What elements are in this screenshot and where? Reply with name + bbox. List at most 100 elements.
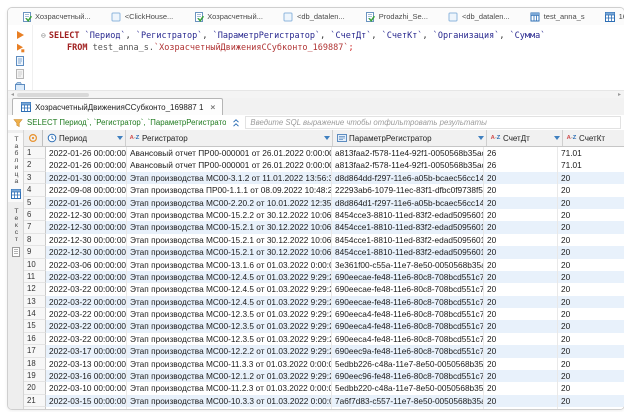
cell-param-registrator[interactable]: 5edbb220-c48a-11e7-8e50-0050568b35ac [332,382,484,394]
row-number[interactable]: 7 [24,221,46,233]
cell-registrator[interactable]: Этап производства МС00-13.1.6 от 01.03.2… [127,259,332,271]
cell-schet-dt[interactable]: 20 [484,234,558,246]
cell-param-registrator[interactable]: 3e361f00-c55a-11e7-8e50-0050568b35ac [332,259,484,271]
grid-corner-cell[interactable] [24,130,43,146]
cell-schet-dt[interactable]: 20 [484,358,558,370]
cell-schet-dt[interactable]: 26 [484,147,558,159]
cell-period[interactable]: 2022-09-08 00:00:00 [46,184,127,196]
cell-period[interactable]: 2022-03-10 00:00:00 [46,382,127,394]
sql-editor[interactable]: ⊖SELECT `Период`, `Регистратор`, `Параме… [8,25,624,90]
cell-registrator[interactable]: Авансовый отчет ПР00-000001 от 26.01.202… [127,147,332,159]
cell-schet-dt[interactable]: 20 [484,209,558,221]
editor-tab[interactable]: 169 [598,8,624,25]
column-header-СчетКт[interactable]: A-ZСчетКт [563,130,624,146]
cell-period[interactable]: 2022-03-06 00:00:00 [46,259,127,271]
cell-schet-dt[interactable]: 20 [484,221,558,233]
filter-input[interactable]: Введите SQL выражение чтобы отфильтроват… [245,116,621,129]
cell-param-registrator[interactable] [332,407,484,409]
cell-schet-dt[interactable]: 20 [484,382,558,394]
cell-param-registrator[interactable]: 690eec9a-fe48-11e6-80c8-708bcd551c7e [332,345,484,357]
execute-script-button[interactable] [13,42,27,53]
cell-param-registrator[interactable]: a813faa2-f578-11e4-92f1-0050568b35ac [332,147,484,159]
editor-tab[interactable]: test_anna_s [523,8,598,25]
result-tab[interactable]: ХозрасчетныйДвиженияССубконто_169887 1 × [12,98,223,115]
filter-caret-down-icon[interactable] [117,136,123,140]
cell-period[interactable]: 2022-03-15 00:00:00 [46,395,127,407]
fold-collapse-icon[interactable]: ⊖ [41,31,46,40]
column-header-СчетДт[interactable]: A-ZСчетДт [487,130,563,146]
row-number[interactable]: 10 [24,259,46,271]
cell-schet-kt[interactable]: 20 [558,172,624,184]
expand-icon[interactable] [230,117,241,128]
filter-caret-down-icon[interactable] [554,136,560,140]
row-number[interactable]: 18 [24,358,46,370]
cell-param-registrator[interactable]: 690eeca4-fe48-11e6-80c8-708bcd551c7e [332,333,484,345]
cell-period[interactable]: 2022-01-30 00:00:00 [46,172,127,184]
cell-param-registrator[interactable]: 690eecae-fe48-11e6-80c8-708bcd551c7e [332,271,484,283]
cell-schet-dt[interactable] [484,407,558,409]
row-number[interactable]: 4 [24,184,46,196]
cell-registrator[interactable]: Этап производства МС00-15.2.2 от 30.12.2… [127,209,332,221]
cell-registrator[interactable]: Этап производства ПР00-1.1.1 от 08.09.20… [127,184,332,196]
cell-schet-kt[interactable]: 20 [558,345,624,357]
cell-schet-kt[interactable] [558,407,624,409]
cell-param-registrator[interactable]: 8454cce3-8810-11ed-83f2-edad5095601b [332,209,484,221]
row-number[interactable]: 20 [24,382,46,394]
row-number[interactable]: 22 [24,407,46,409]
cell-schet-kt[interactable]: 20 [558,333,624,345]
cell-schet-dt[interactable]: 20 [484,172,558,184]
cell-period[interactable]: 2022-03-22 00:00:00 [46,333,127,345]
cell-schet-kt[interactable]: 20 [558,221,624,233]
cell-param-registrator[interactable]: a813faa2-f578-11e4-92f1-0050568b35ac [332,159,484,171]
export-button[interactable] [13,68,27,79]
cell-schet-dt[interactable]: 20 [484,345,558,357]
cell-registrator[interactable]: Этап производства МС00-15.2.1 от 30.12.2… [127,234,332,246]
cell-param-registrator[interactable]: 8454cce1-8810-11ed-83f2-edad5095601b [332,221,484,233]
cell-period[interactable]: 2022-12-30 00:00:00 [46,209,127,221]
cell-registrator[interactable]: Этап производства МС00-12.4.5 от 01.03.2… [127,271,332,283]
cell-schet-dt[interactable]: 20 [484,296,558,308]
cell-param-registrator[interactable]: d8d864d1-f297-11e6-a05b-bcaec56cc144 [332,197,484,209]
column-header-Период[interactable]: Период [43,130,126,146]
cell-period[interactable]: 2022-03-22 00:00:00 [46,320,127,332]
cell-registrator[interactable]: Этап производства МС00-11.3.3 от 01.03.2… [127,358,332,370]
cell-schet-kt[interactable]: 20 [558,246,624,258]
funnel-icon[interactable] [12,117,23,128]
column-header-Регистратор[interactable]: A-ZРегистратор [126,130,333,146]
cell-schet-kt[interactable]: 20 [558,184,624,196]
cell-schet-kt[interactable]: 20 [558,234,624,246]
editor-tab[interactable]: Хозрасчетный... [186,8,276,25]
cell-period[interactable]: 2022-12-30 00:00:00 [46,221,127,233]
cell-schet-dt[interactable]: 20 [484,333,558,345]
cell-schet-dt[interactable]: 20 [484,246,558,258]
cell-schet-dt[interactable]: 20 [484,283,558,295]
filter-caret-down-icon[interactable] [478,136,484,140]
cell-param-registrator[interactable]: 690eeca4-fe48-11e6-80c8-708bcd551c7e [332,320,484,332]
cell-schet-kt[interactable]: 20 [558,259,624,271]
row-number[interactable]: 6 [24,209,46,221]
cell-schet-kt[interactable]: 20 [558,283,624,295]
cell-param-registrator[interactable]: 5edbb226-c48a-11e7-8e50-0050568b35ac [332,358,484,370]
row-number[interactable]: 13 [24,296,46,308]
cell-registrator[interactable]: Этап производства МС00-11.2.3 от 01.03.2… [127,382,332,394]
cell-param-registrator[interactable]: 22293ab6-1079-11ec-83f1-dfbc0f9738f5 [332,184,484,196]
cell-registrator[interactable]: Этап производства МС00-12.3.5 от 01.03.2… [127,333,332,345]
cell-schet-kt[interactable]: 71.01 [558,147,624,159]
cell-period[interactable]: 2022-01-26 00:00:00 [46,147,127,159]
cell-param-registrator[interactable]: 690eec96-fe48-11e6-80c8-708bcd551c7e [332,370,484,382]
row-number[interactable]: 21 [24,395,46,407]
cell-schet-kt[interactable]: 20 [558,320,624,332]
cell-registrator[interactable]: Этап производства МС00-15.2.1 от 30.12.2… [127,246,332,258]
cell-schet-dt[interactable]: 20 [484,308,558,320]
row-number[interactable]: 16 [24,333,46,345]
cell-schet-kt[interactable]: 20 [558,358,624,370]
execute-button[interactable] [13,29,27,40]
cell-registrator[interactable]: Этап производства МС00-12.3.5 от 01.03.2… [127,308,332,320]
editor-tab[interactable]: <db_datalen... [441,8,523,25]
scrollbar-thumb[interactable] [17,93,89,97]
cell-period[interactable]: 2022-03-16 00:00:00 [46,370,127,382]
result-grid[interactable]: ПериодA-ZРегистраторПараметрРегистраторA… [24,130,624,409]
cell-schet-kt[interactable]: 20 [558,395,624,407]
editor-tab[interactable]: Prodazhi_Se... [358,8,441,25]
cell-schet-dt[interactable]: 20 [484,259,558,271]
